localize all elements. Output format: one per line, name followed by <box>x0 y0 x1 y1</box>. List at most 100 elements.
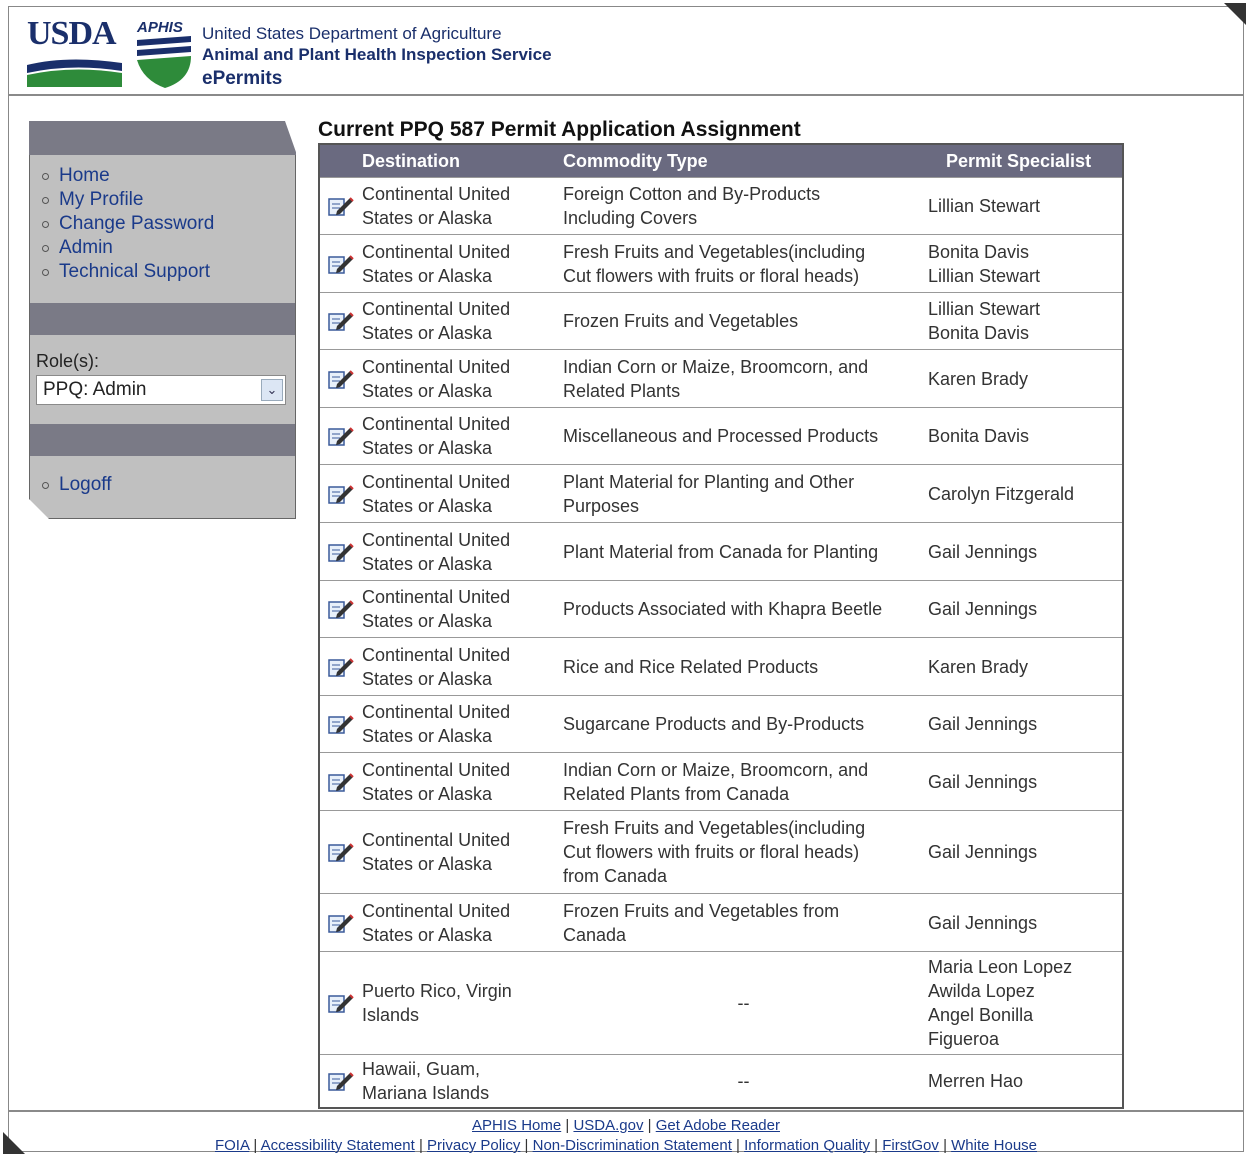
cell-commodity-type: Frozen Fruits and Vegetables from Canada <box>563 900 840 945</box>
cell-destination: Hawaii, Guam, Mariana Islands <box>362 1059 490 1103</box>
cell-commodity-type: Frozen Fruits and Vegetables <box>563 311 799 331</box>
edit-pencil-icon[interactable] <box>320 841 362 863</box>
table-row: Continental United States or Alaska Forei… <box>320 177 1122 234</box>
cell-destination: Continental United States or Alaska <box>362 299 511 343</box>
site-footer: APHIS Home | USDA.gov | Get Adobe Reader… <box>9 1110 1243 1156</box>
edit-pencil-icon[interactable] <box>320 713 362 735</box>
edit-pencil-icon[interactable] <box>320 1070 362 1092</box>
cell-commodity-type: Foreign Cotton and By-Products Including… <box>563 184 821 228</box>
edit-pencil-icon[interactable] <box>320 912 362 934</box>
cell-destination: Continental United States or Alaska <box>362 414 511 458</box>
cell-destination: Continental United States or Alaska <box>362 702 511 746</box>
column-header-permit-specialist: Permit Specialist <box>946 150 1092 171</box>
usda-logo[interactable]: USDA <box>27 17 122 87</box>
edit-pencil-icon[interactable] <box>320 310 362 332</box>
table-row: Continental United States or Alaska Misce… <box>320 407 1122 464</box>
cell-commodity-type: Sugarcane Products and By-Products <box>563 714 865 734</box>
edit-pencil-icon[interactable] <box>320 195 362 217</box>
role-select-value: PPQ: Admin <box>43 379 147 400</box>
site-header: USDA APHIS United States Department of A… <box>9 7 1243 96</box>
table-row: Puerto Rico, Virgin Islands -- Maria Leon … <box>320 951 1122 1054</box>
cell-permit-specialist: Gail Jennings <box>928 714 1038 734</box>
edit-pencil-icon[interactable] <box>320 483 362 505</box>
usda-logo-text: USDA <box>27 15 117 52</box>
footer-link-non-discrimination[interactable]: Non-Discrimination Statement <box>533 1137 732 1154</box>
sidebar-item-home[interactable]: Home <box>42 164 214 188</box>
footer-link-privacy[interactable]: Privacy Policy <box>427 1137 520 1154</box>
org-name-department: United States Department of Agriculture <box>202 24 502 43</box>
aphis-logo[interactable]: APHIS <box>137 19 195 88</box>
cell-commodity-type: Indian Corn or Maize, Broomcorn, and Rel… <box>563 759 869 804</box>
sidebar-item-change-password[interactable]: Change Password <box>42 212 214 236</box>
sidebar-item-label: Technical Support <box>59 261 211 282</box>
edit-pencil-icon[interactable] <box>320 541 362 563</box>
table-row: Continental United States or Alaska India… <box>320 752 1122 810</box>
sidebar-item-admin[interactable]: Admin <box>42 236 214 260</box>
sidebar-item-technical-support[interactable]: Technical Support <box>42 260 214 284</box>
edit-pencil-icon[interactable] <box>320 425 362 447</box>
footer-link-white-house[interactable]: White House <box>951 1137 1037 1154</box>
bullet-icon <box>42 268 49 276</box>
sidebar-corner <box>29 499 49 519</box>
cell-permit-specialist: Gail Jennings <box>928 771 1038 792</box>
table-row: Continental United States or Alaska Rice … <box>320 637 1122 695</box>
cell-permit-specialist: Gail Jennings <box>928 599 1038 619</box>
footer-link-aphis-home[interactable]: APHIS Home <box>472 1117 561 1134</box>
cell-commodity-type: Fresh Fruits and Vegetables(including Cu… <box>563 241 866 286</box>
cell-permit-specialist: Lillian Stewart Bonita Davis <box>928 299 1041 343</box>
cell-destination: Continental United States or Alaska <box>362 241 511 286</box>
table-header: Destination Commodity Type Permit Specia… <box>320 145 1122 177</box>
cell-destination: Continental United States or Alaska <box>362 759 511 804</box>
table-row: Continental United States or Alaska Produ… <box>320 580 1122 637</box>
table-row: Hawaii, Guam, Mariana Islands -- Merren Ha… <box>320 1054 1122 1107</box>
edit-pencil-icon[interactable] <box>320 771 362 793</box>
footer-link-foia[interactable]: FOIA <box>215 1137 249 1154</box>
cell-destination: Puerto Rico, Virgin Islands <box>362 981 512 1025</box>
cell-destination: Continental United States or Alaska <box>362 184 511 228</box>
usda-swoosh-icon <box>27 59 122 87</box>
sidebar-divider-bar <box>30 424 295 456</box>
cell-destination: Continental United States or Alaska <box>362 529 511 574</box>
footer-link-accessibility[interactable]: Accessibility Statement <box>261 1137 415 1154</box>
edit-pencil-icon[interactable] <box>320 656 362 678</box>
footer-link-information-quality[interactable]: Information Quality <box>744 1137 870 1154</box>
cell-permit-specialist: Karen Brady <box>928 656 1029 677</box>
role-label: Role(s): <box>36 351 100 371</box>
cell-destination: Continental United States or Alaska <box>362 900 511 945</box>
cell-permit-specialist: Gail Jennings <box>928 842 1038 862</box>
table-row: Continental United States or Alaska Plant… <box>320 464 1122 522</box>
cell-permit-specialist: Carolyn Fitzgerald <box>928 483 1075 504</box>
cell-commodity-type: Miscellaneous and Processed Products <box>563 426 879 446</box>
edit-pencil-icon[interactable] <box>320 368 362 390</box>
logoff-link[interactable]: Logoff <box>42 474 111 496</box>
footer-link-firstgov[interactable]: FirstGov <box>882 1137 939 1154</box>
cell-commodity-type: Products Associated with Khapra Beetle <box>563 599 883 619</box>
cell-permit-specialist: Karen Brady <box>928 368 1029 389</box>
cell-commodity-type: Plant Material for Planting and Other Pu… <box>563 471 855 516</box>
bullet-icon <box>42 244 49 252</box>
sidebar-divider-bar <box>30 303 295 335</box>
chevron-down-icon[interactable]: ⌄ <box>261 379 283 401</box>
cell-destination: Continental United States or Alaska <box>362 587 511 631</box>
logoff-label: Logoff <box>59 474 112 495</box>
footer-link-usda-gov[interactable]: USDA.gov <box>573 1117 643 1134</box>
table-row: Continental United States or Alaska Fresh… <box>320 810 1122 893</box>
cell-destination: Continental United States or Alaska <box>362 471 511 516</box>
edit-pencil-icon[interactable] <box>320 598 362 620</box>
sidebar-item-label: My Profile <box>59 189 144 210</box>
footer-links-primary: APHIS Home | USDA.gov | Get Adobe Reader <box>472 1117 780 1134</box>
org-name-service: Animal and Plant Health Inspection Servi… <box>202 45 552 64</box>
bullet-icon <box>42 481 49 489</box>
edit-pencil-icon[interactable] <box>320 253 362 275</box>
bullet-icon <box>42 220 49 228</box>
cell-commodity-type: -- <box>737 993 750 1013</box>
role-select[interactable]: PPQ: Admin ⌄ <box>36 375 286 405</box>
edit-pencil-icon[interactable] <box>320 992 362 1014</box>
sidebar-header-bar <box>29 121 296 155</box>
cell-permit-specialist: Gail Jennings <box>928 912 1038 933</box>
footer-link-adobe-reader[interactable]: Get Adobe Reader <box>656 1117 780 1134</box>
table-row: Continental United States or Alaska Fresh… <box>320 234 1122 292</box>
sidebar-item-my-profile[interactable]: My Profile <box>42 188 214 212</box>
assignment-table: Destination Commodity Type Permit Specia… <box>318 143 1124 1109</box>
cell-permit-specialist: Gail Jennings <box>928 541 1038 562</box>
